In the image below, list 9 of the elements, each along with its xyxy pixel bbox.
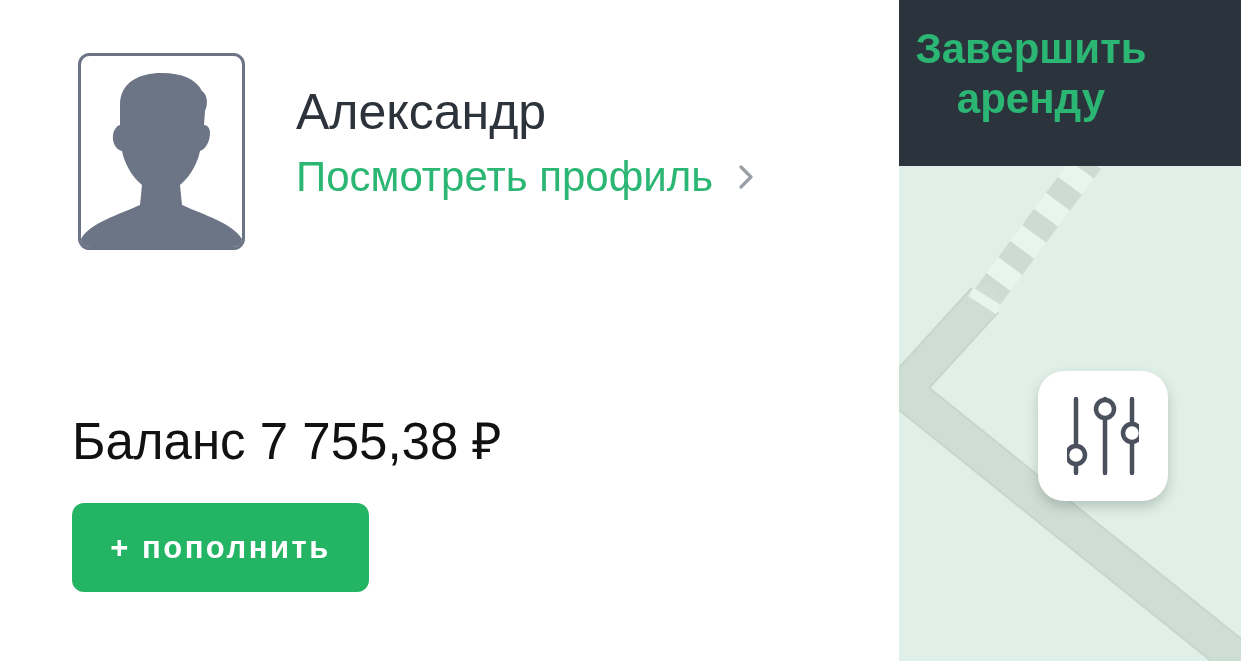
user-name: Александр: [296, 83, 547, 141]
filter-button[interactable]: [1038, 371, 1168, 501]
avatar-silhouette-icon: [78, 53, 245, 250]
balance-text: Баланс 7 755,38 ₽: [72, 413, 503, 471]
chevron-right-icon: [739, 165, 754, 189]
view-profile-link[interactable]: Посмотреть профиль: [296, 151, 754, 203]
end-rental-button[interactable]: Завершить аренду: [899, 0, 1241, 166]
top-up-button[interactable]: + пополнить: [72, 503, 369, 592]
sliders-icon: [1067, 396, 1139, 476]
